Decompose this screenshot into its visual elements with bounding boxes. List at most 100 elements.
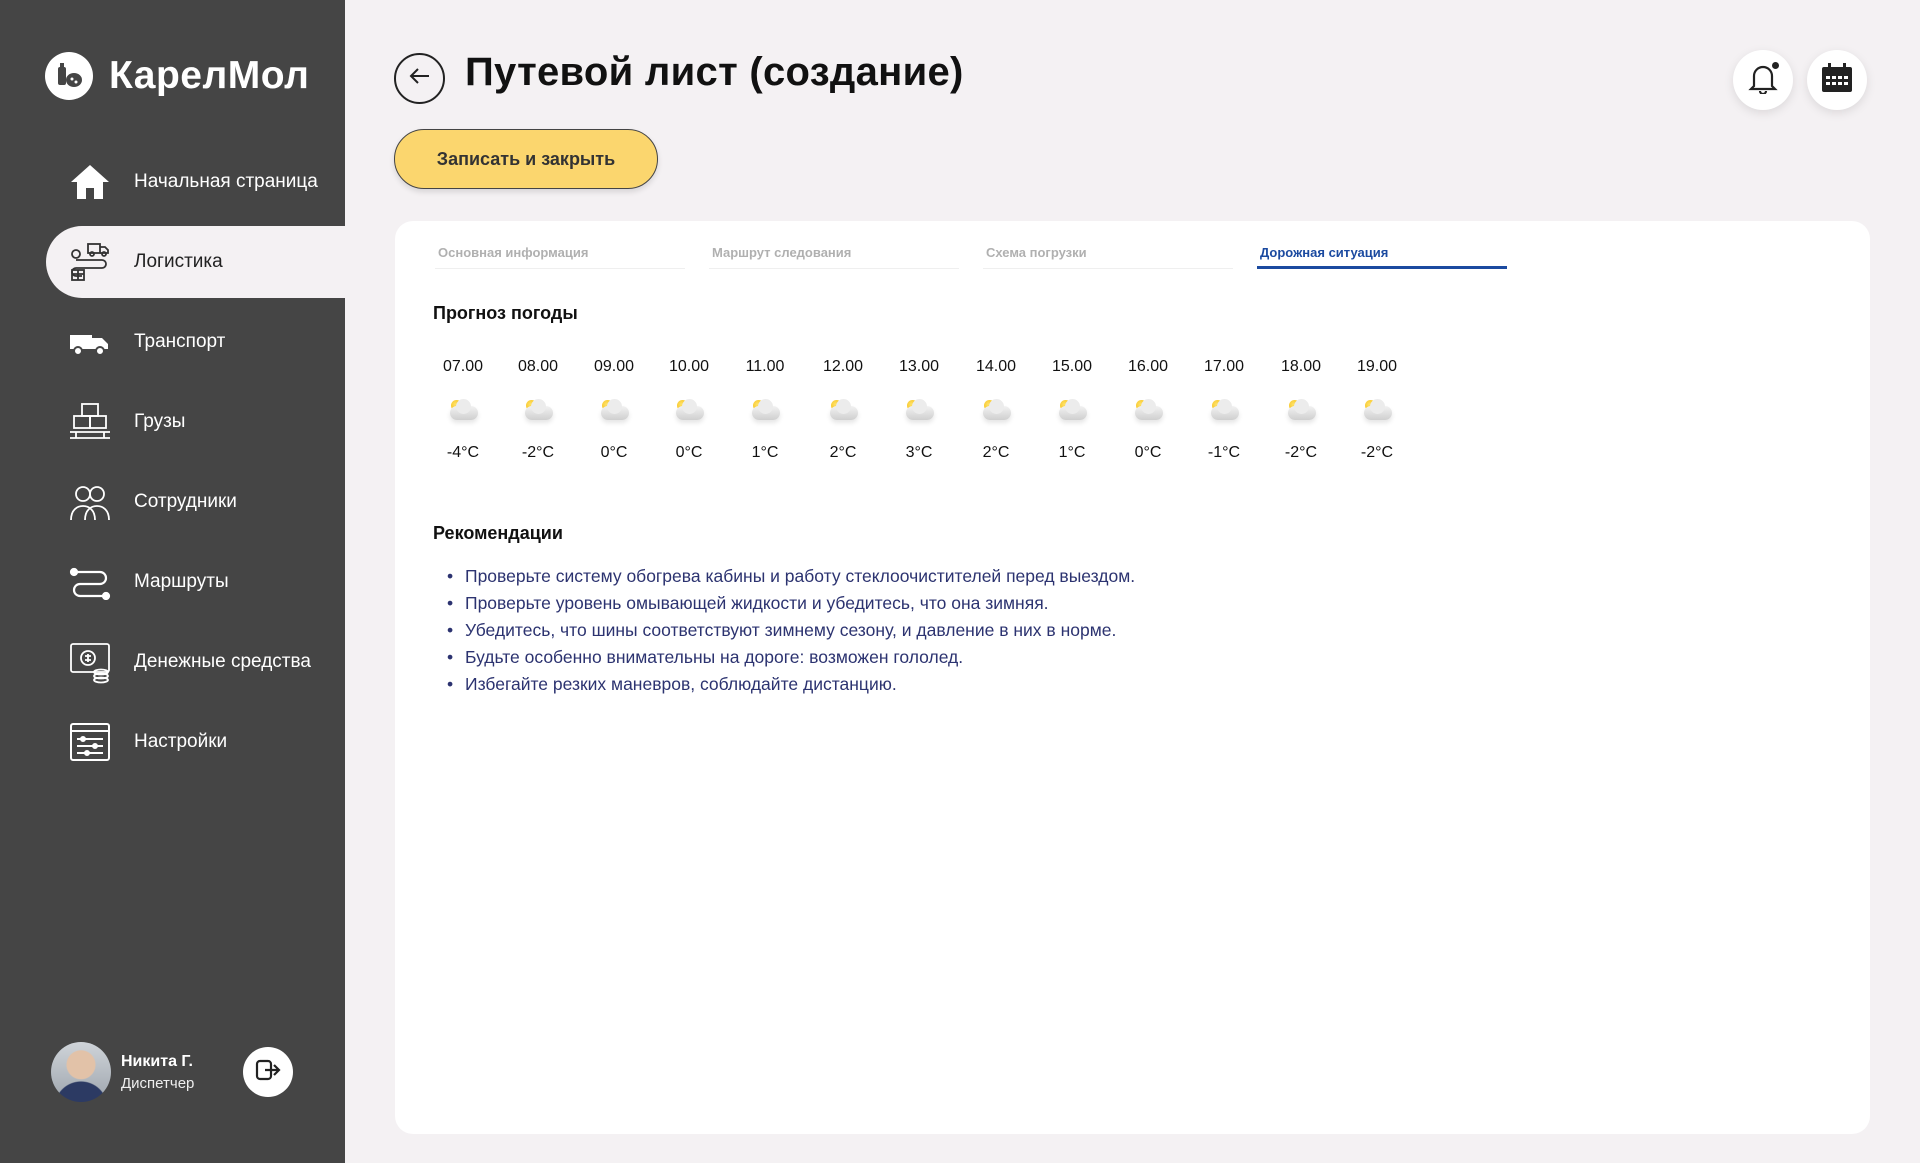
forecast-time: 11.00 (745, 358, 785, 375)
logout-icon (255, 1059, 281, 1086)
user-role: Диспетчер (121, 1074, 195, 1092)
forecast-hour: 15.00 1°C (1042, 358, 1102, 462)
sidebar-item-home[interactable]: Начальная страница (0, 146, 345, 218)
forecast-time: 15.00 (1051, 358, 1093, 375)
notification-dot (1772, 62, 1779, 69)
list-item: Проверьте уровень омывающей жидкости и у… (447, 590, 1135, 617)
user-profile[interactable]: Никита Г. Диспетчер (51, 1042, 194, 1102)
forecast-hour: 14.00 2°C (966, 358, 1026, 462)
forecast-hour: 18.00 -2°C (1271, 358, 1331, 462)
weather-title: Прогноз погоды (433, 303, 578, 323)
truck-icon (68, 320, 112, 364)
forecast-hour: 17.00 -1°C (1194, 358, 1254, 462)
logistics-icon (68, 240, 112, 284)
cargo-icon (68, 400, 112, 444)
calendar-icon (1821, 62, 1853, 98)
forecast-hour: 09.00 0°C (584, 358, 644, 462)
forecast-hour: 13.00 3°C (889, 358, 949, 462)
forecast-temp: 1°C (751, 444, 779, 461)
user-name: Никита Г. (121, 1052, 193, 1070)
forecast-time: 09.00 (593, 358, 635, 375)
arrow-left-icon (409, 67, 431, 90)
forecast-time: 10.00 (668, 358, 710, 375)
forecast-temp: -1°C (1207, 444, 1241, 461)
employees-icon (68, 480, 112, 524)
user-info: Никита Г. Диспетчер (121, 1053, 194, 1092)
forecast-time: 07.00 (442, 358, 484, 375)
settings-icon (68, 720, 112, 764)
forecast-temp: 2°C (829, 444, 857, 461)
tab-road-situation[interactable]: Дорожная ситуация (1257, 243, 1507, 269)
partly-cloudy-icon (594, 392, 634, 432)
sidebar-item-label: Транспорт (134, 331, 226, 352)
logo-icon (45, 52, 93, 100)
partly-cloudy-icon (1204, 392, 1244, 432)
forecast-hour: 16.00 0°C (1118, 358, 1178, 462)
tab-main-info[interactable]: Основная информация (435, 243, 685, 269)
calendar-button[interactable] (1807, 50, 1867, 110)
forecast-temp: 1°C (1058, 444, 1086, 461)
partly-cloudy-icon (745, 392, 785, 432)
forecast-time: 14.00 (975, 358, 1017, 375)
forecast-temp: 0°C (675, 444, 703, 461)
forecast-temp: -2°C (521, 444, 555, 461)
forecast-temp: -2°C (1284, 444, 1318, 461)
forecast-temp: -2°C (1360, 444, 1394, 461)
sidebar-item-label: Денежные средства (134, 651, 311, 672)
tabs: Основная информация Маршрут следования С… (435, 243, 1531, 269)
app-name: КарелМол (109, 54, 310, 97)
partly-cloudy-icon (823, 392, 863, 432)
back-button[interactable] (394, 53, 445, 104)
sidebar-item-label: Маршруты (134, 571, 229, 592)
sidebar-item-label: Начальная страница (134, 171, 318, 192)
forecast-hour: 11.00 1°C (735, 358, 795, 462)
forecast-time: 08.00 (517, 358, 559, 375)
forecast-temp: 2°C (982, 444, 1010, 461)
sidebar-item-money[interactable]: Денежные средства (0, 626, 345, 698)
sidebar: КарелМол Начальная страница Логистика Тр… (0, 0, 345, 1163)
forecast-time: 16.00 (1127, 358, 1169, 375)
forecast-time: 17.00 (1203, 358, 1245, 375)
tab-route[interactable]: Маршрут следования (709, 243, 959, 269)
money-icon (68, 640, 112, 684)
forecast-time: 19.00 (1356, 358, 1398, 375)
logout-button[interactable] (243, 1047, 293, 1097)
forecast-hour: 08.00 -2°C (508, 358, 568, 462)
partly-cloudy-icon (899, 392, 939, 432)
forecast-time: 13.00 (898, 358, 940, 375)
sidebar-item-label: Сотрудники (134, 491, 237, 512)
recommendations-title: Рекомендации (433, 523, 563, 543)
list-item: Проверьте систему обогрева кабины и рабо… (447, 563, 1135, 590)
sidebar-item-cargo[interactable]: Грузы (0, 386, 345, 458)
forecast-temp: 0°C (600, 444, 628, 461)
partly-cloudy-icon (1357, 392, 1397, 432)
forecast-hour: 12.00 2°C (813, 358, 873, 462)
forecast-hour: 10.00 0°C (659, 358, 719, 462)
tab-loading-scheme[interactable]: Схема погрузки (983, 243, 1233, 269)
sidebar-item-label: Настройки (134, 731, 228, 752)
partly-cloudy-icon (1052, 392, 1092, 432)
sidebar-item-employees[interactable]: Сотрудники (0, 466, 345, 538)
partly-cloudy-icon (1281, 392, 1321, 432)
save-and-close-button[interactable]: Записать и закрыть (394, 129, 658, 189)
partly-cloudy-icon (443, 392, 483, 432)
sidebar-item-label: Грузы (134, 411, 186, 432)
list-item: Избегайте резких маневров, соблюдайте ди… (447, 671, 1135, 698)
routes-icon (68, 560, 112, 604)
forecast-hour: 07.00 -4°C (433, 358, 493, 462)
sidebar-item-transport[interactable]: Транспорт (0, 306, 345, 378)
partly-cloudy-icon (976, 392, 1016, 432)
forecast-time: 18.00 (1280, 358, 1322, 375)
forecast-temp: 0°C (1134, 444, 1162, 461)
notifications-button[interactable] (1733, 50, 1793, 110)
sidebar-item-routes[interactable]: Маршруты (0, 546, 345, 618)
sidebar-nav: Начальная страница Логистика Транспорт Г… (0, 146, 345, 786)
sidebar-item-settings[interactable]: Настройки (0, 706, 345, 778)
partly-cloudy-icon (518, 392, 558, 432)
forecast-hour: 19.00 -2°C (1347, 358, 1407, 462)
sidebar-item-logistics[interactable]: Логистика (46, 226, 345, 298)
logo[interactable]: КарелМол (45, 52, 309, 100)
list-item: Будьте особенно внимательны на дороге: в… (447, 644, 1135, 671)
recommendations-list: Проверьте систему обогрева кабины и рабо… (447, 563, 1135, 698)
avatar (51, 1042, 111, 1102)
